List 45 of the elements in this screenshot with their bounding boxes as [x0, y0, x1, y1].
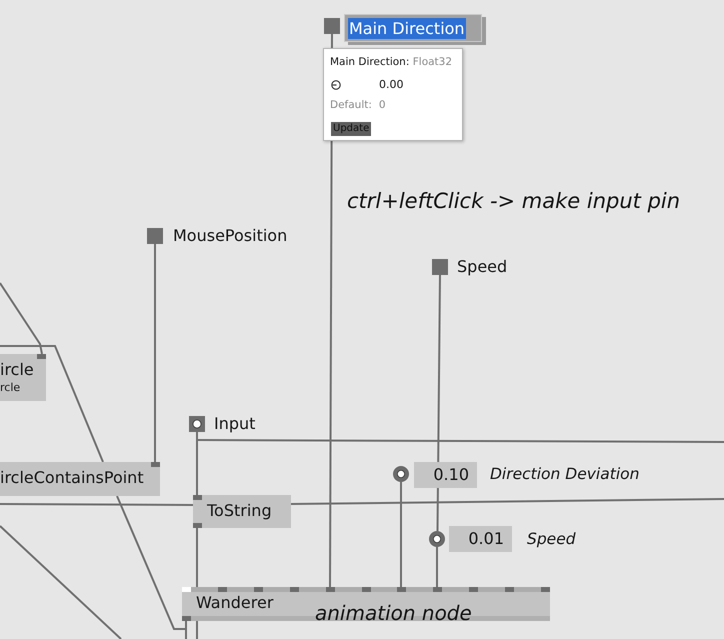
pin-icon[interactable]	[505, 587, 514, 592]
value-text: 0.00	[379, 78, 404, 92]
io-pin-icon[interactable]	[429, 531, 445, 547]
pin-icon[interactable]	[193, 523, 202, 528]
pin-icon[interactable]	[397, 587, 406, 592]
pad-label: Input	[214, 413, 256, 435]
pin-icon[interactable]	[541, 587, 550, 592]
comment-text: ctrl+leftClick -> make input pin	[347, 188, 680, 214]
pad-icon[interactable]	[432, 259, 448, 275]
pin-icon[interactable]	[37, 354, 46, 359]
node[interactable]: Wanderer animation node	[182, 587, 550, 621]
tooltip-title: Main Direction: Float32	[330, 55, 452, 69]
pin-icon[interactable]	[151, 462, 160, 467]
pin-icon[interactable]	[326, 587, 335, 592]
node-title: ircleContainsPoint	[0, 467, 144, 489]
node[interactable]: ircle rcle	[0, 354, 46, 401]
input-pad-icon[interactable]	[189, 416, 205, 432]
pin-icon[interactable]	[469, 587, 478, 592]
default-value: 0	[378, 98, 386, 112]
node[interactable]: ircleContainsPoint	[0, 462, 160, 496]
pin-icon[interactable]	[362, 587, 371, 592]
pin-icon[interactable]	[182, 616, 191, 621]
pin-icon[interactable]	[193, 495, 202, 500]
node-title: ToString	[207, 500, 272, 522]
value-field[interactable]: 0.01	[449, 526, 512, 552]
node-title: ircle	[0, 359, 34, 381]
io-label: Direction Deviation	[490, 464, 640, 485]
value-field[interactable]: 0.10	[414, 462, 477, 488]
link-wire	[436, 547, 438, 587]
pin-icon[interactable]	[182, 587, 191, 592]
pad-icon[interactable]	[324, 18, 340, 34]
io-pin-icon[interactable]	[393, 466, 409, 482]
pad-icon[interactable]	[147, 228, 163, 244]
pin-icon[interactable]	[433, 587, 442, 592]
io-label: Speed	[527, 529, 576, 550]
pad-label: MousePosition	[173, 225, 288, 247]
pin-icon[interactable]	[290, 587, 299, 592]
node-title: Wanderer	[196, 592, 274, 614]
minus-circle-icon	[331, 80, 341, 90]
pin-icon[interactable]	[254, 587, 263, 592]
node[interactable]: ToString	[193, 495, 291, 528]
pad-label: Speed	[457, 256, 508, 278]
node-subtitle: rcle	[0, 381, 20, 395]
default-label: Default:	[330, 98, 372, 112]
pin-icon[interactable]	[218, 587, 227, 592]
